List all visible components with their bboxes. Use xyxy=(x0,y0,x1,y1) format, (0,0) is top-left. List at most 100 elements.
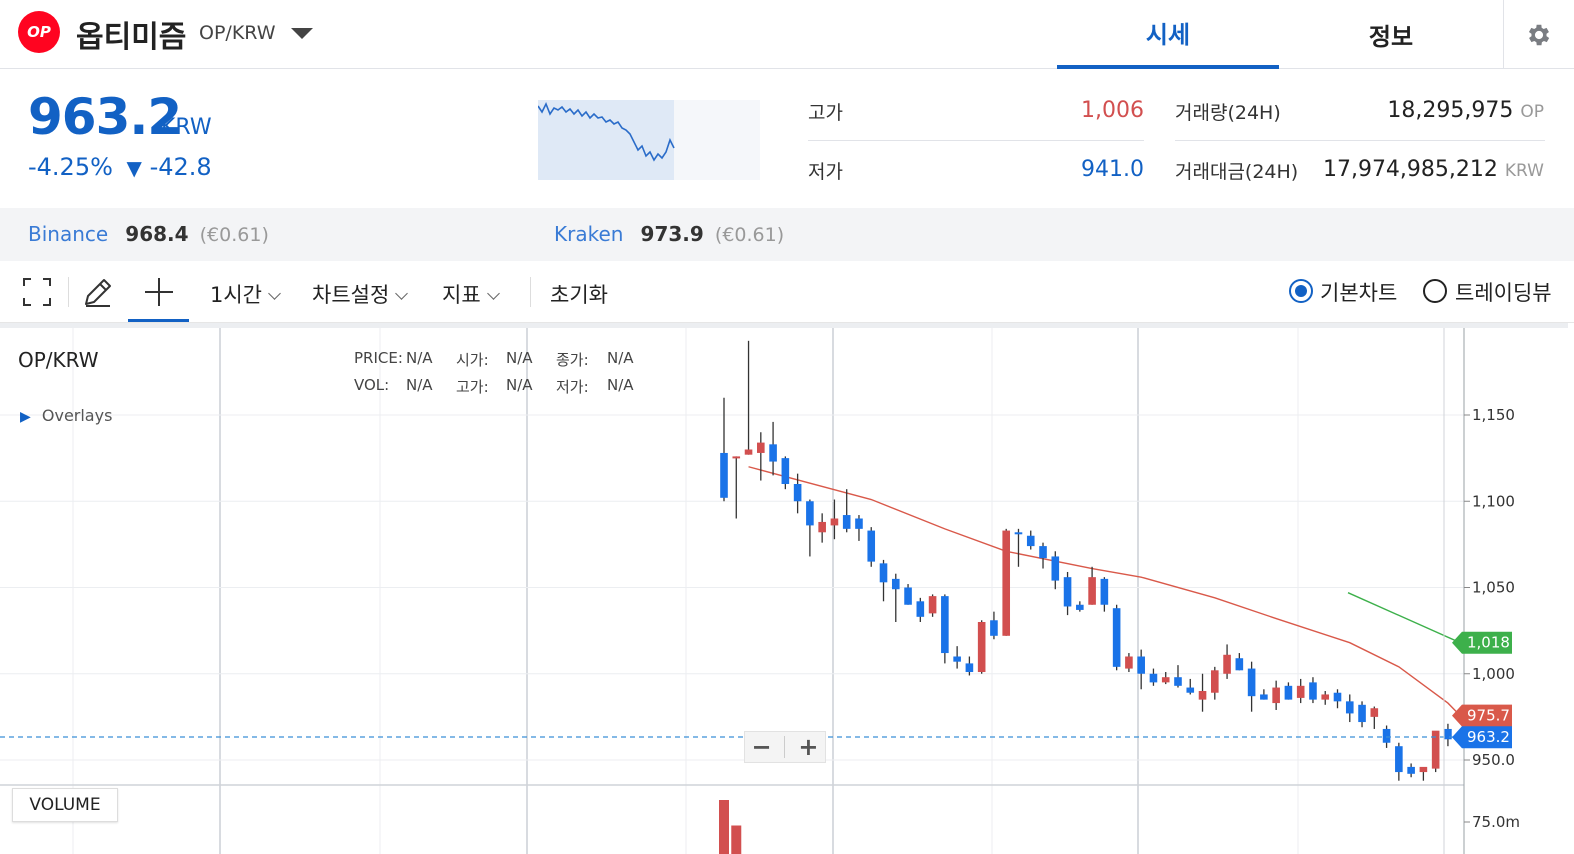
candle-body xyxy=(818,521,826,533)
pencil-icon[interactable] xyxy=(82,276,114,308)
ohlc-open-label: 시가: xyxy=(456,351,489,369)
exchange-price: 973.9 xyxy=(640,222,704,246)
price-axis: 1,150 1,100 1,050 1,000 950.0 75.0m xyxy=(1464,406,1520,831)
amount-24h: 17,974,985,212 KRW xyxy=(1300,157,1544,182)
low-value: 941.0 xyxy=(1081,157,1144,182)
candle-body xyxy=(1076,604,1084,610)
candle-body xyxy=(891,578,900,590)
exchange-name: Binance xyxy=(28,222,109,246)
price-chart[interactable]: 1,150 1,100 1,050 1,000 950.0 75.0m 1,018 975.… xyxy=(0,328,1574,854)
radio-basic-label[interactable]: 기본차트 xyxy=(1320,277,1397,307)
candle-body xyxy=(1333,692,1342,702)
exchange-sub: (€0.61) xyxy=(714,224,785,246)
overlays-label: Overlays xyxy=(41,406,113,425)
down-arrow-icon: ▼ xyxy=(126,156,142,180)
candle-body xyxy=(830,518,839,526)
chart-settings-select[interactable]: 차트설정 xyxy=(312,279,409,309)
marker-blue: 963.2 xyxy=(1467,728,1510,746)
price-markers: 1,018 975.7 963.2 xyxy=(1452,631,1512,749)
candle-body xyxy=(977,622,986,673)
chart-settings-label: 차트설정 xyxy=(312,283,390,307)
ohlc-price-value: N/A xyxy=(406,349,433,367)
candle-body xyxy=(990,620,998,636)
volume-value: 18,295,975 xyxy=(1387,98,1514,123)
candle-body xyxy=(806,501,814,526)
candle-body xyxy=(1211,670,1219,693)
candle-body xyxy=(1260,694,1268,700)
ohlc-high-label: 고가: xyxy=(456,378,489,396)
candle-body xyxy=(1431,730,1440,769)
volume-tick-label: 75.0m xyxy=(1472,813,1520,831)
exchange-binance[interactable]: Binance 968.4 (€0.61) xyxy=(28,222,269,246)
radio-basic-chart[interactable] xyxy=(1289,279,1313,303)
candle-body xyxy=(1002,530,1011,636)
indicators-select[interactable]: 지표 xyxy=(442,279,500,309)
settings-button[interactable] xyxy=(1503,0,1574,69)
tab-info[interactable]: 정보 xyxy=(1280,0,1502,69)
volume-bar xyxy=(731,825,742,854)
candle-body xyxy=(1345,701,1354,714)
candle-body xyxy=(953,656,961,662)
candle-body xyxy=(1161,677,1170,683)
volume-unit: OP xyxy=(1520,102,1544,122)
fullscreen-icon[interactable] xyxy=(22,277,52,307)
chevron-down-icon xyxy=(395,287,409,300)
candle-body xyxy=(1014,532,1023,535)
candle-body xyxy=(1235,658,1244,671)
coin-name: 옵티미즘 xyxy=(76,20,187,55)
axis-tick-label: 950.0 xyxy=(1472,751,1515,769)
ohlc-vol-value: N/A xyxy=(406,376,433,394)
zoom-out-button[interactable]: − xyxy=(751,733,771,761)
candle-body xyxy=(1149,673,1158,683)
ohlc-high-value: N/A xyxy=(506,376,533,394)
candle-body xyxy=(1100,578,1109,605)
candle-body xyxy=(1284,685,1293,700)
amount-unit: KRW xyxy=(1504,161,1544,181)
candle-body xyxy=(1051,556,1060,581)
candle-body xyxy=(1247,668,1256,697)
reset-button[interactable]: 초기화 xyxy=(550,279,608,309)
overlays-toggle[interactable]: ▶ Overlays xyxy=(20,406,112,425)
ohlc-low-label: 저가: xyxy=(556,378,589,396)
interval-label: 1시간 xyxy=(210,283,263,307)
interval-select[interactable]: 1시간 xyxy=(210,279,281,309)
stat-divider xyxy=(808,140,1144,141)
current-price: 963.2 xyxy=(28,88,182,146)
axis-tick-label: 1,150 xyxy=(1472,406,1515,424)
zoom-in-button[interactable]: + xyxy=(798,733,818,761)
axis-tick-label: 1,000 xyxy=(1472,665,1515,683)
exchange-sub: (€0.61) xyxy=(199,224,269,246)
volume-toggle[interactable]: VOLUME xyxy=(12,788,118,822)
tab-quote[interactable]: 시세 xyxy=(1057,0,1279,69)
amount-value: 17,974,985,212 xyxy=(1322,157,1498,182)
candle-body xyxy=(904,587,912,605)
candle-body xyxy=(793,484,802,502)
candle-body xyxy=(720,452,728,498)
exchange-price: 968.4 xyxy=(125,222,189,246)
toolbar-divider xyxy=(68,277,69,307)
candle-body xyxy=(842,515,851,529)
price-unit: KRW xyxy=(161,115,212,140)
chart-symbol: OP/KRW xyxy=(18,348,99,372)
zoom-controls: − + xyxy=(744,731,826,763)
candle-body xyxy=(1198,691,1207,700)
candle-body xyxy=(1321,694,1330,700)
marker-green: 1,018 xyxy=(1467,634,1510,652)
change-percent: -4.25% xyxy=(28,153,113,181)
exchange-kraken[interactable]: Kraken 973.9 (€0.61) xyxy=(554,222,784,246)
indicators-label: 지표 xyxy=(442,283,481,307)
candle-body xyxy=(1088,577,1096,605)
radio-tradingview-label[interactable]: 트레이딩뷰 xyxy=(1455,277,1552,307)
candle-body xyxy=(1272,687,1280,704)
candle-body xyxy=(1444,728,1452,740)
axis-tick-label: 1,050 xyxy=(1472,579,1515,597)
candle-body xyxy=(1382,728,1391,743)
stat-divider xyxy=(1175,140,1545,141)
candle-body xyxy=(1358,704,1366,723)
radio-tradingview[interactable] xyxy=(1423,279,1447,303)
coin-select-caret-icon[interactable] xyxy=(291,28,313,39)
candle-body xyxy=(928,596,937,614)
crosshair-tool[interactable] xyxy=(128,261,189,322)
candle-body xyxy=(732,456,741,459)
price-change: -4.25% ▼ -42.8 xyxy=(28,153,212,181)
